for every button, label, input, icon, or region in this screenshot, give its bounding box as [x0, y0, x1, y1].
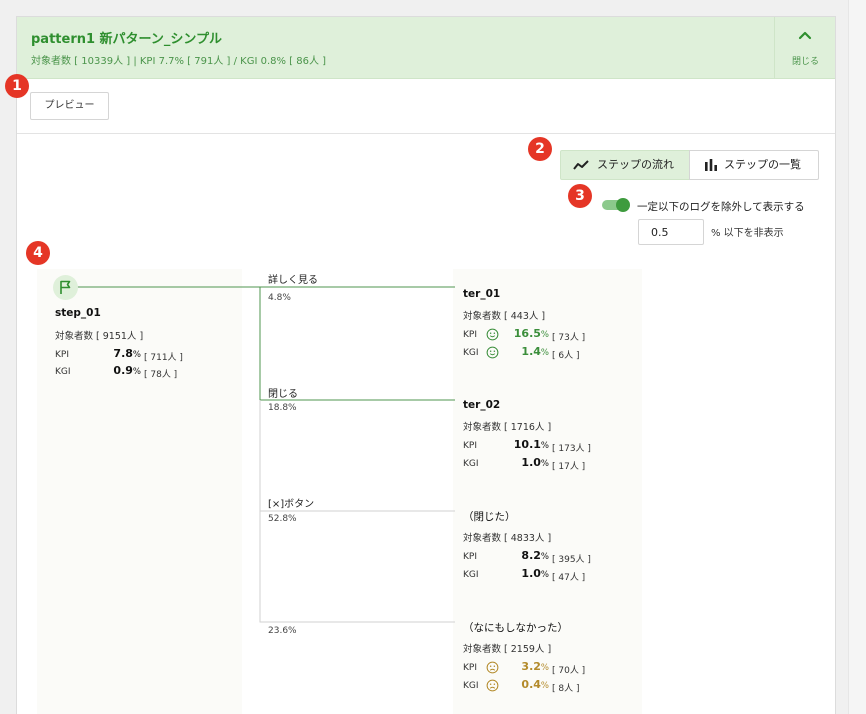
target-1-kpi-unit: %: [540, 330, 549, 340]
start-step-name: step_01: [55, 307, 101, 319]
target-2-count: 対象者数 [ 1716人 ]: [463, 422, 552, 433]
target-4-kpi-label: KPI: [463, 663, 477, 673]
target-2-kgi-number: 1.0: [521, 456, 541, 469]
target-3-name: （閉じた）: [463, 511, 516, 523]
target-4-kgi-unit: %: [540, 681, 549, 691]
target-2-kgi-label: KGI: [463, 459, 479, 469]
target-1-name: ter_01: [463, 288, 501, 300]
target-3-kgi-unit: %: [540, 570, 549, 580]
target-4-kpi-abs: [ 70人 ]: [552, 666, 586, 676]
flag-icon: [60, 280, 71, 294]
start-kpi-value: 7.8%: [95, 347, 141, 360]
annotation-badge-4: 4: [26, 241, 50, 265]
target-1-kgi-abs: [ 6人 ]: [552, 351, 580, 361]
target-4-kgi-label: KGI: [463, 681, 479, 691]
annotation-badge-3: 3: [568, 184, 592, 208]
target-2-kgi-abs: [ 17人 ]: [552, 462, 586, 472]
start-kpi-number: 7.8: [113, 347, 133, 360]
edge-line-4: [259, 511, 455, 623]
target-4-kgi-abs: [ 8人 ]: [552, 684, 580, 694]
pattern-card: pattern1 新パターン_シンプル 対象者数 [ 10339人 ] | KP…: [16, 16, 836, 714]
page-scrollbar[interactable]: [848, 0, 866, 714]
target-1-count: 対象者数 [ 443人 ]: [463, 311, 546, 322]
annotation-badge-1: 1: [5, 74, 29, 98]
target-3-kpi-unit: %: [540, 552, 549, 562]
target-2-kpi-number: 10.1: [513, 438, 541, 451]
edge-pct-2: 18.8%: [268, 403, 297, 413]
target-3-kgi-number: 1.0: [521, 567, 541, 580]
target-1-kgi-number: 1.4: [521, 345, 541, 358]
target-1-kpi-value: 16.5%: [501, 327, 549, 340]
target-2-kgi-unit: %: [540, 459, 549, 469]
target-2-kpi-abs: [ 173人 ]: [552, 444, 591, 454]
target-2-kpi-label: KPI: [463, 441, 477, 451]
smile-icon: [486, 328, 499, 341]
target-4-count: 対象者数 [ 2159人 ]: [463, 644, 552, 655]
target-4-name: （なにもしなかった）: [463, 622, 568, 634]
sad-face-icon: [486, 679, 499, 692]
target-4-kpi-unit: %: [540, 663, 549, 673]
edge-line-2: [259, 287, 455, 401]
target-4-kgi-number: 0.4: [521, 678, 541, 691]
target-1-kpi-abs: [ 73人 ]: [552, 333, 586, 343]
target-1-kgi-value: 1.4%: [501, 345, 549, 358]
target-3-kpi-abs: [ 395人 ]: [552, 555, 591, 565]
target-3-kgi-label: KGI: [463, 570, 479, 580]
edge-label-3: [×]ボタン: [268, 499, 315, 510]
edge-label-2: 閉じる: [268, 389, 298, 400]
target-3-kpi-number: 8.2: [521, 549, 541, 562]
target-3-kgi-value: 1.0%: [501, 567, 549, 580]
start-kgi-abs: [ 78人 ]: [144, 370, 178, 380]
target-4-kpi-value: 3.2%: [501, 660, 549, 673]
edge-pct-3: 52.8%: [268, 514, 297, 524]
target-3-count: 対象者数 [ 4833人 ]: [463, 533, 552, 544]
target-1-kpi-number: 16.5: [513, 327, 541, 340]
start-step-marker: [53, 275, 78, 300]
target-3-kpi-value: 8.2%: [501, 549, 549, 562]
edge-pct-4: 23.6%: [268, 626, 297, 636]
edge-label-1: 詳しく見る: [268, 275, 318, 286]
start-kpi-unit: %: [132, 350, 141, 360]
start-kgi-label: KGI: [55, 367, 71, 377]
target-4-kgi-value: 0.4%: [501, 678, 549, 691]
start-kgi-unit: %: [132, 367, 141, 377]
target-2-kpi-unit: %: [540, 441, 549, 451]
start-kpi-label: KPI: [55, 350, 69, 360]
target-1-kgi-label: KGI: [463, 348, 479, 358]
start-kpi-abs: [ 711人 ]: [144, 353, 183, 363]
start-kgi-value: 0.9%: [95, 364, 141, 377]
target-1-kpi-label: KPI: [463, 330, 477, 340]
target-2-name: ter_02: [463, 399, 501, 411]
start-kgi-number: 0.9: [113, 364, 133, 377]
edge-pct-1: 4.8%: [268, 293, 291, 303]
annotation-badge-2: 2: [528, 137, 552, 161]
target-2-kgi-value: 1.0%: [501, 456, 549, 469]
smile-icon: [486, 346, 499, 359]
target-3-kgi-abs: [ 47人 ]: [552, 573, 586, 583]
target-1-kgi-unit: %: [540, 348, 549, 358]
sad-face-icon: [486, 661, 499, 674]
target-3-kpi-label: KPI: [463, 552, 477, 562]
target-2-kpi-value: 10.1%: [501, 438, 549, 451]
start-step-count: 対象者数 [ 9151人 ]: [55, 331, 144, 342]
target-4-kpi-number: 3.2: [521, 660, 541, 673]
